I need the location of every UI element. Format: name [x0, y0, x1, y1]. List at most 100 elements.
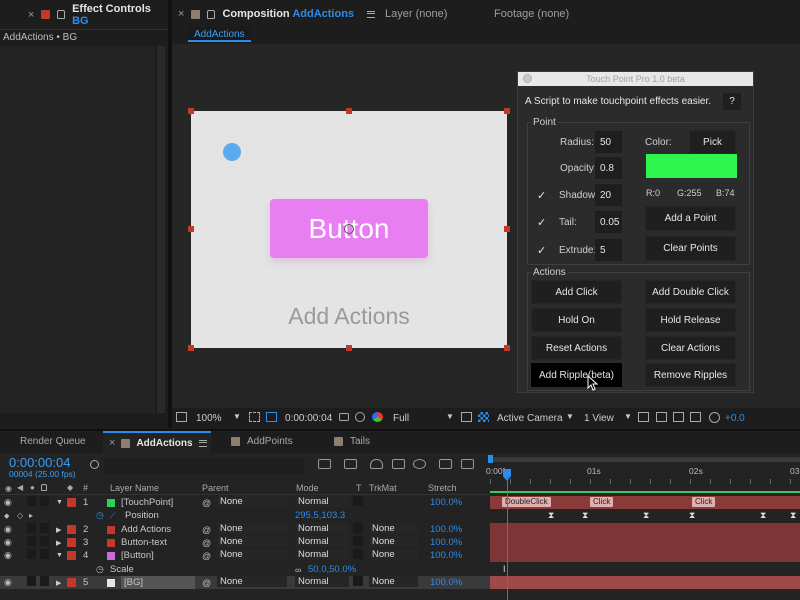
mode-dropdown[interactable]: Normal: [295, 549, 349, 560]
timeline-search-input[interactable]: [104, 458, 304, 474]
chevron-down-icon[interactable]: ▼: [624, 412, 632, 421]
shy-layers-icon[interactable]: [370, 459, 383, 469]
fast-previews-icon[interactable]: [656, 412, 667, 422]
property-track[interactable]: ⧗ ⧗ ⧗ ⧗ ⧗ ⧗: [490, 509, 800, 522]
hide-layers-icon[interactable]: [461, 459, 474, 469]
keyframe-nav-icon[interactable]: [4, 563, 14, 576]
mode-dropdown[interactable]: Normal: [295, 496, 349, 507]
lock-switch[interactable]: [40, 549, 49, 559]
keyframe-icon[interactable]: ⧗: [643, 511, 651, 520]
solo-switch[interactable]: [27, 496, 36, 506]
scrollbar[interactable]: [157, 46, 165, 413]
stretch-value[interactable]: 100.0%: [430, 576, 480, 589]
transparency-grid-icon[interactable]: [478, 412, 489, 422]
keyframe-icon[interactable]: ⧗: [790, 511, 798, 520]
tail-input[interactable]: 0.05: [595, 211, 622, 233]
header-layer-name[interactable]: Layer Name: [110, 483, 159, 493]
stopwatch-icon[interactable]: ◷: [96, 563, 106, 576]
solo-switch[interactable]: [27, 523, 36, 533]
lock-switch[interactable]: [40, 536, 49, 546]
preserve-transparency-toggle[interactable]: [353, 523, 363, 533]
header-mode[interactable]: Mode: [296, 483, 319, 493]
keyframe-icon[interactable]: ⧗: [548, 511, 556, 520]
help-button[interactable]: ?: [723, 93, 741, 110]
snapshot-preview-icon[interactable]: [176, 412, 187, 422]
layer-name[interactable]: [TouchPoint]: [121, 496, 195, 509]
trkmat-dropdown[interactable]: None: [369, 523, 418, 534]
add-click-button[interactable]: Add Click: [531, 280, 622, 304]
clear-actions-button[interactable]: Clear Actions: [645, 336, 736, 360]
pickwhip-icon[interactable]: @: [202, 576, 212, 589]
chevron-down-icon[interactable]: ▼: [56, 549, 64, 562]
viewer-timecode[interactable]: 0:00:00:04: [285, 413, 332, 424]
pickwhip-icon[interactable]: @: [202, 536, 212, 549]
property-track[interactable]: I: [490, 563, 800, 576]
window-close-icon[interactable]: [523, 74, 532, 83]
visibility-eye-icon[interactable]: ◉: [4, 523, 14, 536]
tab-addactions[interactable]: × AddActions: [103, 431, 211, 453]
extrude-input[interactable]: 5: [595, 239, 622, 261]
layer-label-color[interactable]: [67, 538, 76, 547]
layer-name[interactable]: [Button]: [121, 549, 195, 562]
layer-row[interactable]: DoubleClick Click Click ◉ ▼ 1 [TouchPoint] @ Non…: [0, 496, 800, 509]
trkmat-dropdown[interactable]: [369, 496, 418, 509]
camera-snapshot-icon[interactable]: [339, 413, 349, 421]
tail-checkbox[interactable]: ✓: [537, 216, 546, 229]
chevron-down-icon[interactable]: ▼: [56, 496, 64, 509]
draft-3d-icon[interactable]: [344, 459, 357, 469]
solo-switch[interactable]: [27, 576, 36, 586]
solo-icon[interactable]: ●: [30, 483, 35, 492]
layer-track-bar[interactable]: [490, 576, 800, 589]
radius-input[interactable]: 50: [595, 131, 622, 153]
stretch-value[interactable]: 100.0%: [430, 496, 480, 509]
add-keyframe-icon[interactable]: ◇: [17, 509, 25, 522]
layer-track-bar[interactable]: [490, 549, 800, 562]
chevron-down-icon[interactable]: ▼: [446, 412, 454, 421]
pickwhip-icon[interactable]: @: [202, 523, 212, 536]
mask-visibility-icon[interactable]: [266, 412, 277, 422]
layer-marker[interactable]: Click: [590, 497, 614, 507]
next-keyframe-icon[interactable]: ▸: [29, 509, 37, 522]
hold-on-button[interactable]: Hold On: [531, 308, 622, 332]
pickwhip-icon[interactable]: @: [202, 496, 212, 509]
selection-handle[interactable]: [188, 226, 194, 232]
next-keyframe-icon[interactable]: [29, 563, 37, 576]
selection-handle[interactable]: [188, 345, 194, 351]
shadow-checkbox[interactable]: ✓: [537, 189, 546, 202]
lock-switch[interactable]: [40, 576, 49, 586]
solo-switch[interactable]: [27, 549, 36, 559]
add-point-button[interactable]: Add a Point: [645, 206, 736, 231]
stopwatch-icon[interactable]: ◷: [96, 509, 106, 522]
visibility-eye-icon[interactable]: ◉: [4, 576, 14, 589]
header-parent[interactable]: Parent: [202, 483, 229, 493]
keyframe-nav-icon[interactable]: ◆: [4, 509, 14, 522]
constrain-proportions-icon[interactable]: ∞: [295, 563, 305, 576]
keyframe-icon[interactable]: ⧗: [760, 511, 768, 520]
scale-value[interactable]: 50.0,50.0%: [308, 563, 388, 576]
layer-name[interactable]: Button-text: [121, 536, 195, 549]
lock-switch[interactable]: [40, 523, 49, 533]
layer-label-color[interactable]: [67, 551, 76, 560]
selection-handle[interactable]: [504, 108, 510, 114]
composition-tab[interactable]: × Composition AddActions: [172, 8, 376, 20]
lock-icon[interactable]: [207, 9, 216, 19]
lock-switch[interactable]: [40, 496, 49, 506]
tab-layer[interactable]: Layer (none): [385, 8, 447, 20]
anchor-point-icon[interactable]: [344, 224, 354, 234]
visibility-eye-icon[interactable]: ◉: [4, 496, 14, 509]
selection-handle[interactable]: [188, 108, 194, 114]
layer-track-bar[interactable]: [490, 523, 800, 536]
pixel-aspect-icon[interactable]: [638, 412, 649, 422]
extrude-checkbox[interactable]: ✓: [537, 244, 546, 257]
opacity-input[interactable]: 0.8: [595, 157, 622, 179]
tab-addpoints[interactable]: AddPoints: [247, 436, 293, 447]
chevron-down-icon[interactable]: ▼: [233, 412, 241, 421]
header-stretch[interactable]: Stretch: [428, 483, 457, 493]
keyframe-icon[interactable]: ⧗: [582, 511, 590, 520]
visibility-eye-icon[interactable]: ◉: [5, 484, 12, 493]
chevron-right-icon[interactable]: ▶: [56, 536, 64, 549]
current-time[interactable]: 0:00:00:04: [9, 455, 70, 470]
selection-handle[interactable]: [504, 226, 510, 232]
parent-dropdown[interactable]: None: [217, 523, 287, 534]
add-keyframe-icon[interactable]: [17, 563, 25, 576]
